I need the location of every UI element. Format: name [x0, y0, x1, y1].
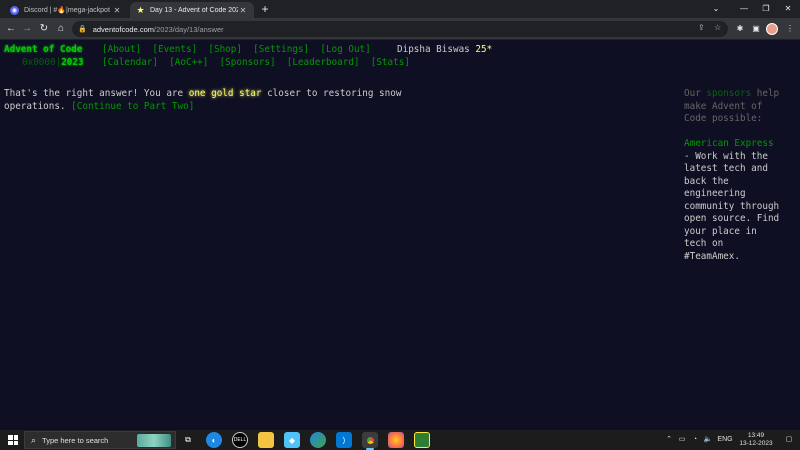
taskbar-search[interactable]: ⌕ Type here to search — [24, 431, 176, 449]
address-bar[interactable]: 🔒 adventofcode.com/2023/day/13/answer ⇪ … — [72, 21, 728, 37]
windows-taskbar: ⌕ Type here to search ⧉ ◐ DELL ◆ ⟩ ⌃ ▭ ◔… — [0, 430, 800, 450]
profile-avatar[interactable] — [766, 23, 778, 35]
nav-about[interactable]: [About] — [102, 44, 141, 55]
nav-sponsors[interactable]: [Sponsors] — [220, 57, 276, 68]
forward-button[interactable]: → — [20, 22, 34, 36]
event-nav: [Calendar] [AoC++] [Sponsors] [Leaderboa… — [102, 57, 410, 70]
year-link[interactable]: 2023 — [61, 57, 83, 68]
sponsor-line: community through — [684, 200, 780, 212]
event-year: 0x0000|2023 — [22, 57, 84, 70]
app-icon-blue[interactable]: ◐ — [206, 432, 222, 448]
aoc-star-icon: ★ — [136, 4, 145, 15]
menu-icon[interactable]: ⋮ — [784, 23, 796, 35]
extensions-icon[interactable]: ✱ — [734, 23, 746, 35]
bookmark-star-icon[interactable]: ☆ — [714, 23, 721, 32]
nav-settings[interactable]: [Settings] — [253, 44, 309, 55]
clock-time: 13:49 — [747, 432, 765, 439]
user-star-count: 25* — [475, 44, 493, 55]
sidebar-text: Our — [684, 88, 707, 99]
language-indicator[interactable]: ENG — [716, 430, 734, 450]
file-explorer-icon[interactable] — [258, 432, 274, 448]
edge-icon[interactable] — [310, 432, 326, 448]
nav-shop[interactable]: [Shop] — [208, 44, 242, 55]
sponsor-line: your place in — [684, 225, 757, 237]
share-icon[interactable]: ⇪ — [698, 23, 705, 32]
sponsor-line: open source. Find — [684, 213, 780, 224]
message-text: operations. — [4, 100, 72, 112]
nav-aocplusplus[interactable]: [AoC++] — [169, 57, 208, 68]
site-title[interactable]: Advent of Code — [4, 44, 82, 57]
browser-toolbar: ← → ↻ ⌂ 🔒 adventofcode.com/2023/day/13/a… — [0, 18, 800, 40]
close-tab-icon[interactable]: ✕ — [238, 6, 248, 15]
tray-overflow-icon[interactable]: ⌃ — [664, 430, 674, 450]
main-nav: [About] [Events] [Shop] [Settings] [Log … — [102, 44, 371, 57]
aoc-page: Advent of Code [About] [Events] [Shop] [… — [0, 41, 800, 430]
volume-icon[interactable]: 🔈 — [703, 430, 713, 450]
notifications-icon[interactable]: ▢ — [782, 430, 796, 450]
sidebar-intro: Our sponsors help — [684, 88, 796, 101]
url-path: /2023/day/13/answer — [154, 24, 224, 34]
gold-star-text: one gold star — [188, 88, 262, 99]
clock-date: 13-12-2023 — [739, 440, 773, 447]
start-button[interactable] — [8, 435, 18, 445]
user-name: Dipsha Biswas — [397, 44, 470, 55]
tab-search-icon[interactable]: ⌄ — [702, 0, 730, 18]
user-info: Dipsha Biswas 25* — [397, 44, 492, 57]
answer-message: That's the right answer! You are one gol… — [4, 88, 434, 113]
sponsor-line: tech on — [684, 238, 724, 249]
search-placeholder: Type here to search — [42, 435, 109, 445]
sponsor-line: back the — [684, 175, 729, 187]
year-prefix: 0x0000| — [22, 56, 62, 68]
nav-stats[interactable]: [Stats] — [371, 57, 410, 68]
message-text: closer to restoring snow — [261, 88, 402, 99]
home-button[interactable]: ⌂ — [54, 22, 68, 36]
tab-strip: ◉ Discord | #🔥|mega-jackpot | Sc ✕ ★ Day… — [0, 0, 800, 18]
task-view-icon[interactable]: ⧉ — [180, 432, 196, 448]
nav-events[interactable]: [Events] — [152, 44, 197, 55]
tab-title: Discord | #🔥|mega-jackpot | Sc — [24, 7, 112, 14]
sponsor-line: engineering — [684, 188, 746, 199]
search-highlight-art — [137, 434, 171, 447]
nav-leaderboard[interactable]: [Leaderboard] — [287, 57, 360, 68]
sponsor-line: #TeamAmex. — [684, 250, 740, 262]
vscode-icon[interactable]: ⟩ — [336, 432, 352, 448]
new-tab-button[interactable]: + — [258, 2, 272, 16]
side-panel-icon[interactable]: ▣ — [750, 23, 762, 35]
lock-icon: 🔒 — [78, 26, 87, 33]
sponsor-sidebar: Our sponsors help make Advent of Code po… — [684, 88, 796, 263]
continue-part-two-link[interactable]: [Continue to Part Two] — [71, 101, 194, 112]
reload-button[interactable]: ↻ — [37, 22, 51, 36]
sidebar-text: make Advent of — [684, 100, 763, 112]
discord-icon: ◉ — [10, 5, 19, 15]
tab-title: Day 13 - Advent of Code 2023 — [150, 6, 238, 14]
sponsor-link[interactable]: American Express — [684, 138, 774, 149]
sponsor-line: - Work with the — [684, 150, 768, 162]
dell-icon[interactable]: DELL — [232, 432, 248, 448]
sponsor-line: latest tech and — [684, 163, 768, 174]
search-icon: ⌕ — [31, 434, 37, 445]
url-host: adventofcode.com — [92, 24, 155, 34]
network-icon[interactable]: ◔ — [690, 430, 700, 450]
close-window-button[interactable]: ✕ — [774, 0, 800, 18]
sidebar-text: help — [751, 88, 780, 99]
nav-calendar[interactable]: [Calendar] — [102, 57, 158, 68]
tab-advent-of-code[interactable]: ★ Day 13 - Advent of Code 2023 ✕ — [130, 2, 254, 18]
battery-icon[interactable]: ▭ — [677, 430, 687, 450]
clock[interactable]: 13:49 13-12-2023 — [734, 432, 778, 448]
firefox-icon[interactable] — [388, 432, 404, 448]
close-tab-icon[interactable]: ✕ — [112, 6, 122, 15]
sidebar-text: Code possible: — [684, 113, 763, 124]
message-text: That's the right answer! You are — [4, 88, 189, 99]
sponsors-link[interactable]: sponsors — [706, 88, 751, 99]
nav-logout[interactable]: [Log Out] — [320, 44, 370, 55]
pycharm-icon[interactable] — [414, 432, 430, 448]
chrome-icon[interactable] — [362, 432, 378, 450]
tab-discord[interactable]: ◉ Discord | #🔥|mega-jackpot | Sc ✕ — [4, 2, 128, 18]
back-button[interactable]: ← — [4, 22, 18, 36]
store-icon[interactable]: ◆ — [284, 432, 300, 448]
